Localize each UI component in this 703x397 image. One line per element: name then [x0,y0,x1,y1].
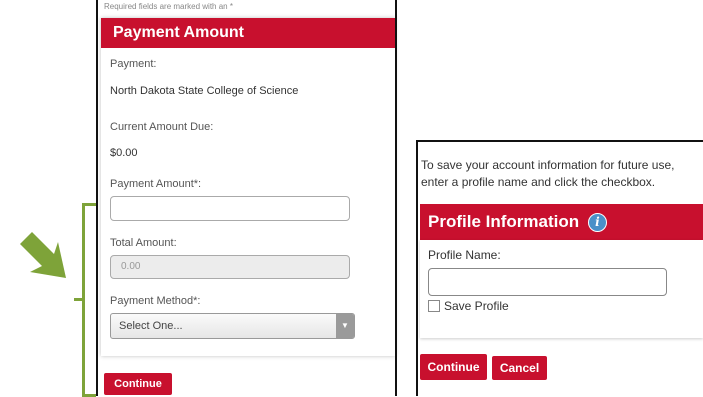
save-profile-checkbox[interactable] [428,300,440,312]
payment-value: North Dakota State College of Science [110,85,299,97]
profile-continue-button[interactable]: Continue [420,354,487,380]
current-amount-due-value: $0.00 [110,147,138,159]
required-fields-note: Required fields are marked with an * [104,2,233,11]
profile-header-title: Profile Information [428,212,580,231]
payment-method-selected: Select One... [119,320,183,332]
profile-cancel-button[interactable]: Cancel [492,356,547,380]
payment-method-select[interactable]: Select One... ▼ [110,313,355,339]
total-amount-field: 0.00 [110,255,350,279]
save-account-instructions: To save your account information for fut… [421,158,675,189]
payment-amount-input[interactable] [110,196,350,221]
continue-button[interactable]: Continue [104,373,172,395]
panel-header: Payment Amount [101,18,395,48]
current-amount-due-label: Current Amount Due: [110,121,214,133]
profile-name-input[interactable] [428,268,667,296]
info-icon[interactable]: i [587,213,607,233]
total-amount-label: Total Amount: [110,237,177,249]
chevron-down-icon: ▼ [336,314,354,338]
profile-name-label: Profile Name: [428,248,501,262]
payment-amount-label: Payment Amount*: [110,178,202,190]
payment-method-label: Payment Method*: [110,295,201,307]
payment-label: Payment: [110,58,157,70]
annotation-bracket [82,203,96,397]
profile-information-header: Profile Information i [420,204,703,240]
annotation-bracket-tick [74,298,84,301]
green-arrow-icon [20,232,66,278]
save-profile-label: Save Profile [444,299,509,313]
